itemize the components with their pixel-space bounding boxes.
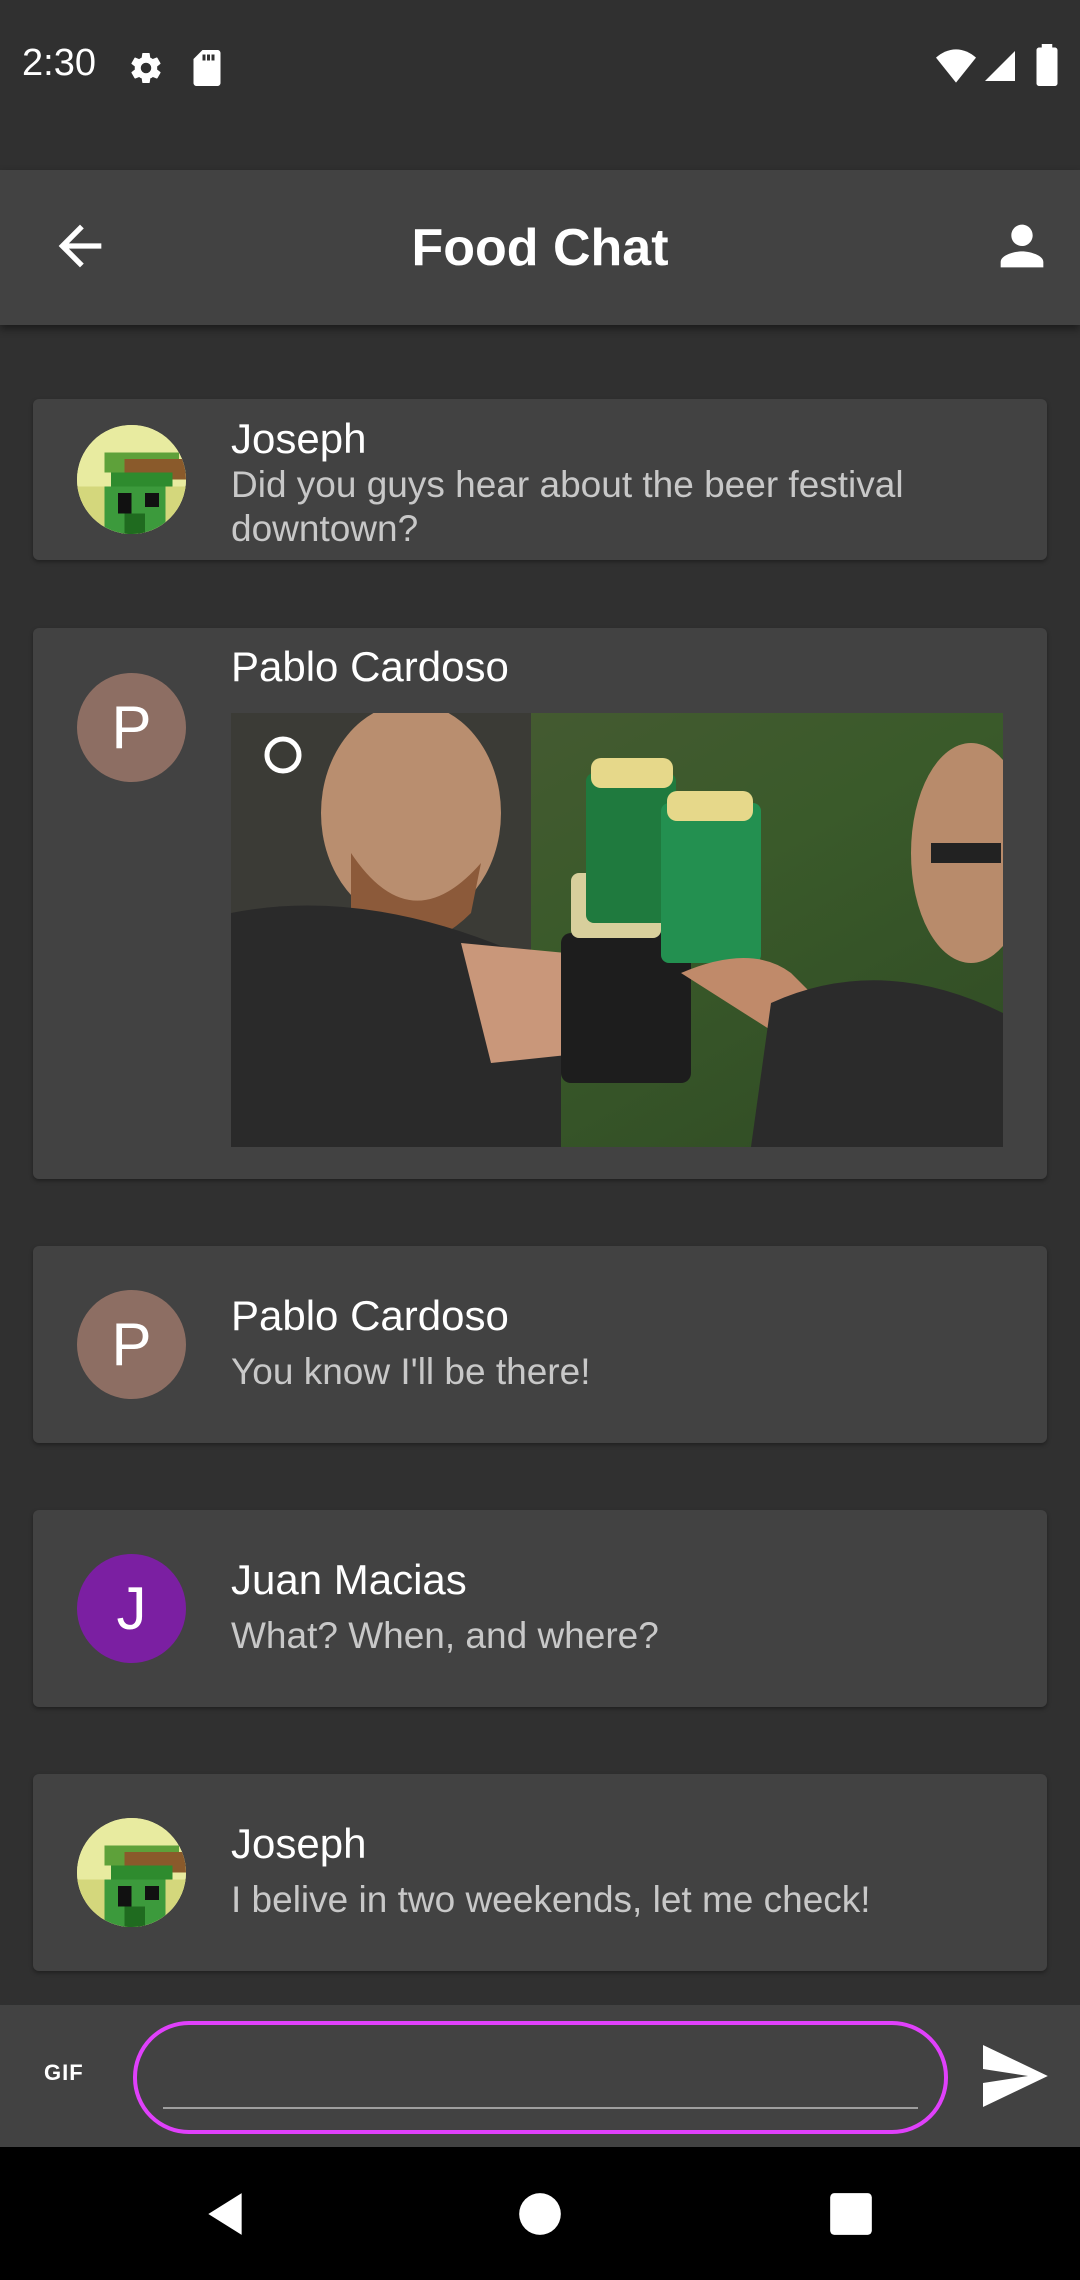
signal-icon (985, 51, 1015, 81)
nav-recents-icon[interactable] (826, 2189, 876, 2239)
message-text: I belive in two weekends, let me check! (231, 1879, 871, 1920)
gear-icon (131, 53, 161, 84)
sd-card-icon (193, 50, 221, 86)
message-composer: GIF (0, 2005, 1080, 2147)
page-title: Food Chat (411, 219, 669, 277)
gif-image (231, 713, 1003, 1147)
message-card: J Juan Macias What? When, and where? (33, 1510, 1047, 1707)
message-text: Did you guys hear about the beer festiva… (231, 464, 904, 549)
status-bar: 2:30 (0, 0, 1080, 170)
message-text: You know I'll be there! (231, 1351, 591, 1392)
wifi-icon (936, 49, 976, 83)
message-card: Joseph Did you guys hear about the beer … (33, 399, 1047, 560)
avatar-initial: P (111, 694, 152, 761)
message-text: What? When, and where? (231, 1615, 659, 1656)
app-bar: Food Chat (0, 170, 1080, 325)
gif-attachment[interactable] (231, 713, 1003, 1147)
sender-name: Pablo Cardoso (231, 643, 509, 690)
pixel-avatar-image (77, 425, 186, 534)
message-card: Joseph I belive in two weekends, let me … (33, 1774, 1047, 1971)
person-icon[interactable] (990, 214, 1054, 278)
gif-button[interactable]: GIF (44, 2060, 84, 2086)
sender-name: Juan Macias (231, 1556, 467, 1603)
avatar-initial: J (116, 1575, 147, 1642)
system-nav-bar (0, 2147, 1080, 2280)
avatar (77, 425, 186, 534)
avatar-initial: P (111, 1311, 152, 1378)
avatar: J (77, 1554, 186, 1663)
avatar: P (77, 673, 186, 782)
message-input[interactable] (163, 2043, 918, 2109)
message-card: P Pablo Cardoso You know I'll be there! (33, 1246, 1047, 1443)
battery-icon (1036, 44, 1058, 86)
sender-name: Pablo Cardoso (231, 1292, 509, 1339)
pixel-avatar-image (77, 1818, 186, 1927)
nav-back-icon[interactable] (200, 2189, 250, 2239)
nav-home-icon[interactable] (515, 2189, 565, 2239)
avatar: P (77, 1290, 186, 1399)
message-card: P Pablo Cardoso (33, 628, 1047, 1179)
sender-name: Joseph (231, 1820, 367, 1867)
avatar (77, 1818, 186, 1927)
status-time: 2:30 (22, 42, 96, 84)
sender-name: Joseph (231, 415, 367, 462)
message-input-wrapper (133, 2021, 948, 2134)
send-icon[interactable] (980, 2045, 1048, 2107)
